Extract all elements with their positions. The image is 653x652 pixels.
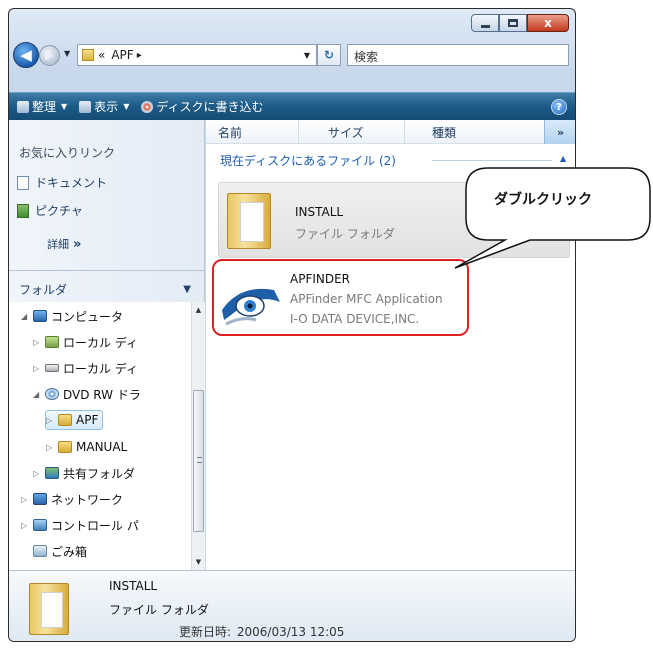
callout-bubble (454, 167, 651, 269)
callout-text: ダブルクリック (494, 192, 592, 208)
